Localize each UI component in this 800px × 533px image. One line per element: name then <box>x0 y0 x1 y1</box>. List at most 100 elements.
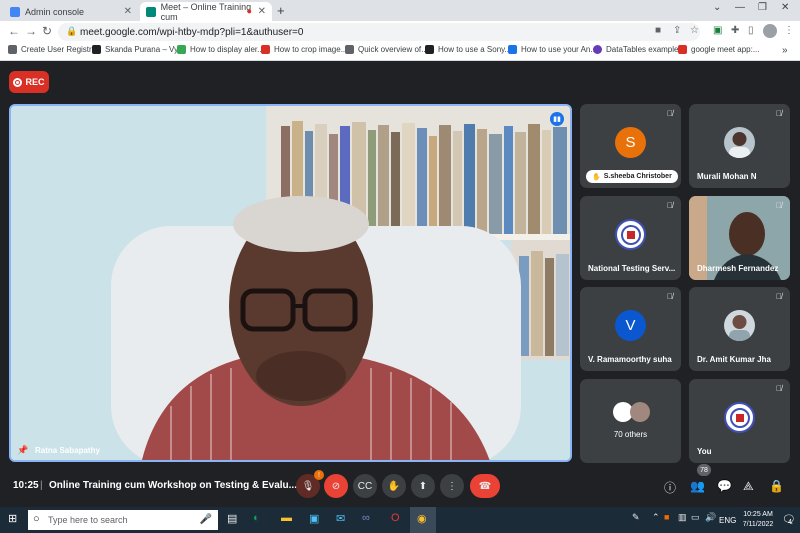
search-icon: ○ <box>33 513 40 525</box>
host-controls-icon[interactable]: 🔒 <box>769 479 784 493</box>
mail-icon[interactable]: ✉ <box>336 512 345 525</box>
raise-hand-button[interactable]: ✋ <box>382 474 406 498</box>
task-view-icon[interactable]: ▤ <box>227 512 237 525</box>
avatar <box>724 127 755 158</box>
back-icon[interactable]: ← <box>8 24 20 38</box>
activities-icon[interactable]: ⟁ <box>743 479 754 494</box>
pen-icon[interactable]: ✎ <box>632 512 640 523</box>
edge-icon[interactable]: ◐ <box>253 512 260 524</box>
meeting-title: Online Training cum Workshop on Testing … <box>49 480 297 491</box>
app-icon[interactable]: ∞ <box>362 512 370 524</box>
recording-badge[interactable]: REC <box>9 71 49 93</box>
recording-indicator-icon: ● <box>246 6 252 16</box>
volume-icon[interactable]: 🔊 <box>705 512 716 523</box>
camera-off-icon: ⊘ <box>331 480 341 492</box>
tab-title: Admin console <box>25 6 85 17</box>
camera-button[interactable]: ⊘ <box>324 474 348 498</box>
avatar: S <box>615 127 646 158</box>
chat-icon[interactable]: 💬 <box>717 479 732 493</box>
forward-icon[interactable]: → <box>25 24 37 38</box>
tab-admin-console[interactable]: Admin console ✕ <box>4 2 138 21</box>
bookmark-favicon-icon <box>92 45 101 54</box>
bookmark-favicon-icon <box>593 45 602 54</box>
store-icon[interactable]: ▣ <box>309 512 319 525</box>
bookmarks-bar: Create User Registr... Skanda Purana – V… <box>0 43 800 61</box>
present-button[interactable]: ⬆ <box>411 474 435 498</box>
windows-start-icon[interactable]: ⊞ <box>8 512 17 525</box>
minimize-icon[interactable]: — <box>735 2 745 13</box>
side-panel-icon[interactable]: ▯ <box>748 25 754 36</box>
input-language[interactable]: ENG <box>719 516 736 525</box>
participant-tile-others[interactable]: 70 others <box>580 379 681 463</box>
bookmarks-overflow-button[interactable]: » <box>782 45 788 56</box>
meeting-details-icon[interactable]: ⓘ <box>664 479 676 496</box>
tab-meet[interactable]: Meet – Online Training cum ● ✕ <box>140 2 272 22</box>
taskbar-search-box[interactable]: ○ Type here to search 🎤 <box>28 510 218 530</box>
extensions-puzzle-icon[interactable]: ✚ <box>731 25 739 36</box>
reload-icon[interactable]: ↻ <box>42 24 52 38</box>
opera-icon[interactable]: O <box>391 512 400 524</box>
tray-app-icon[interactable]: ■ <box>664 512 669 522</box>
tray-app-icon[interactable]: ▥ <box>678 512 687 523</box>
close-tab-icon[interactable]: ✕ <box>258 6 266 17</box>
participant-tile[interactable]: 🎙̸ National Testing Serv... <box>580 196 681 280</box>
main-speaker-name: Ratna Sabapathy <box>35 446 100 455</box>
bookmark-item[interactable]: Skanda Purana – Vy... <box>92 45 184 54</box>
participant-name: Murali Mohan N <box>697 172 757 181</box>
separator: | <box>40 480 43 491</box>
more-options-button[interactable]: ⋮ <box>440 474 464 498</box>
raised-hand-icon: ✋ <box>592 173 601 181</box>
microphone-icon[interactable]: 🎤 <box>200 514 212 525</box>
leave-call-button[interactable]: ☎ <box>470 474 500 498</box>
nts-logo-icon <box>724 402 755 433</box>
mic-off-icon: 🎙̸ <box>667 109 673 118</box>
participant-tile[interactable]: 🎙̸ V V. Ramamoorthy suha <box>580 287 681 371</box>
mic-off-icon: 🎙̸ <box>776 109 782 118</box>
microphone-button[interactable]: 🎙 ! <box>296 470 324 498</box>
participant-name: National Testing Serv... <box>588 264 676 273</box>
bookmark-item[interactable]: How to crop image... <box>261 45 347 54</box>
meet-area: REC ▮▮ 📌 Ratna Sabapathy 🎙̸ S ✋ S.sheeba… <box>0 61 800 507</box>
extension-icon[interactable]: ▣ <box>713 25 722 36</box>
battery-icon[interactable]: ▭ <box>691 512 700 523</box>
file-explorer-icon[interactable]: ▬ <box>281 512 292 524</box>
participant-name: You <box>697 447 712 456</box>
bookmark-item[interactable]: DataTables example... <box>593 45 685 54</box>
close-window-icon[interactable]: ✕ <box>781 2 789 13</box>
url-text: meet.google.com/wpi-htby-mdp?pli=1&authu… <box>80 26 304 38</box>
restore-icon[interactable]: ❐ <box>758 2 767 13</box>
tab-search-icon[interactable]: ⌄ <box>713 2 721 13</box>
captions-button[interactable]: CC <box>353 474 377 498</box>
bookmark-item[interactable]: How to use a Sony... <box>425 45 511 54</box>
bookmark-item[interactable]: Create User Registr... <box>8 45 98 54</box>
close-tab-icon[interactable]: ✕ <box>124 6 132 17</box>
participant-tile[interactable]: 🎙̸ S ✋ S.sheeba Christober <box>580 104 681 188</box>
bookmark-item[interactable]: Quick overview of... <box>345 45 428 54</box>
menu-dots-icon[interactable]: ⋮ <box>784 25 794 36</box>
bookmark-item[interactable]: google meet app:... <box>678 45 760 54</box>
people-icon[interactable]: 👥 <box>690 479 705 493</box>
show-hidden-icons[interactable]: ⌃ <box>652 512 660 523</box>
participant-tile[interactable]: 🎙̸ Dharmesh Fernandez <box>689 196 790 280</box>
profile-avatar[interactable] <box>763 24 777 38</box>
participant-tile-self[interactable]: 🎙̸ You <box>689 379 790 463</box>
participant-tile[interactable]: 🎙̸ Dr. Amit Kumar Jha <box>689 287 790 371</box>
bookmark-favicon-icon <box>508 45 517 54</box>
chrome-icon: ◉ <box>417 513 427 525</box>
bookmark-favicon-icon <box>425 45 434 54</box>
bookmark-item[interactable]: How to use your An... <box>508 45 597 54</box>
warning-badge-icon: ! <box>314 470 324 480</box>
bookmark-star-icon[interactable]: ☆ <box>690 25 699 36</box>
more-vert-icon: ⋮ <box>447 480 457 492</box>
new-tab-button[interactable]: + <box>277 3 285 18</box>
bookmark-item[interactable]: How to display aler... <box>177 45 264 54</box>
participant-tile[interactable]: 🎙̸ Murali Mohan N <box>689 104 790 188</box>
camera-indicator-icon[interactable]: ■ <box>655 25 661 36</box>
share-icon[interactable]: ⇪ <box>673 25 681 36</box>
pin-icon[interactable]: 📌 <box>17 445 28 456</box>
tab-strip: Admin console ✕ Meet – Online Training c… <box>0 0 800 22</box>
address-bar[interactable]: 🔒 meet.google.com/wpi-htby-mdp?pli=1&aut… <box>58 23 700 41</box>
main-speaker-video[interactable]: ▮▮ 📌 Ratna Sabapathy <box>9 104 572 462</box>
mic-off-icon: 🎙̸ <box>776 384 782 393</box>
system-clock[interactable]: 10:25 AM 7/11/2022 <box>738 510 778 530</box>
